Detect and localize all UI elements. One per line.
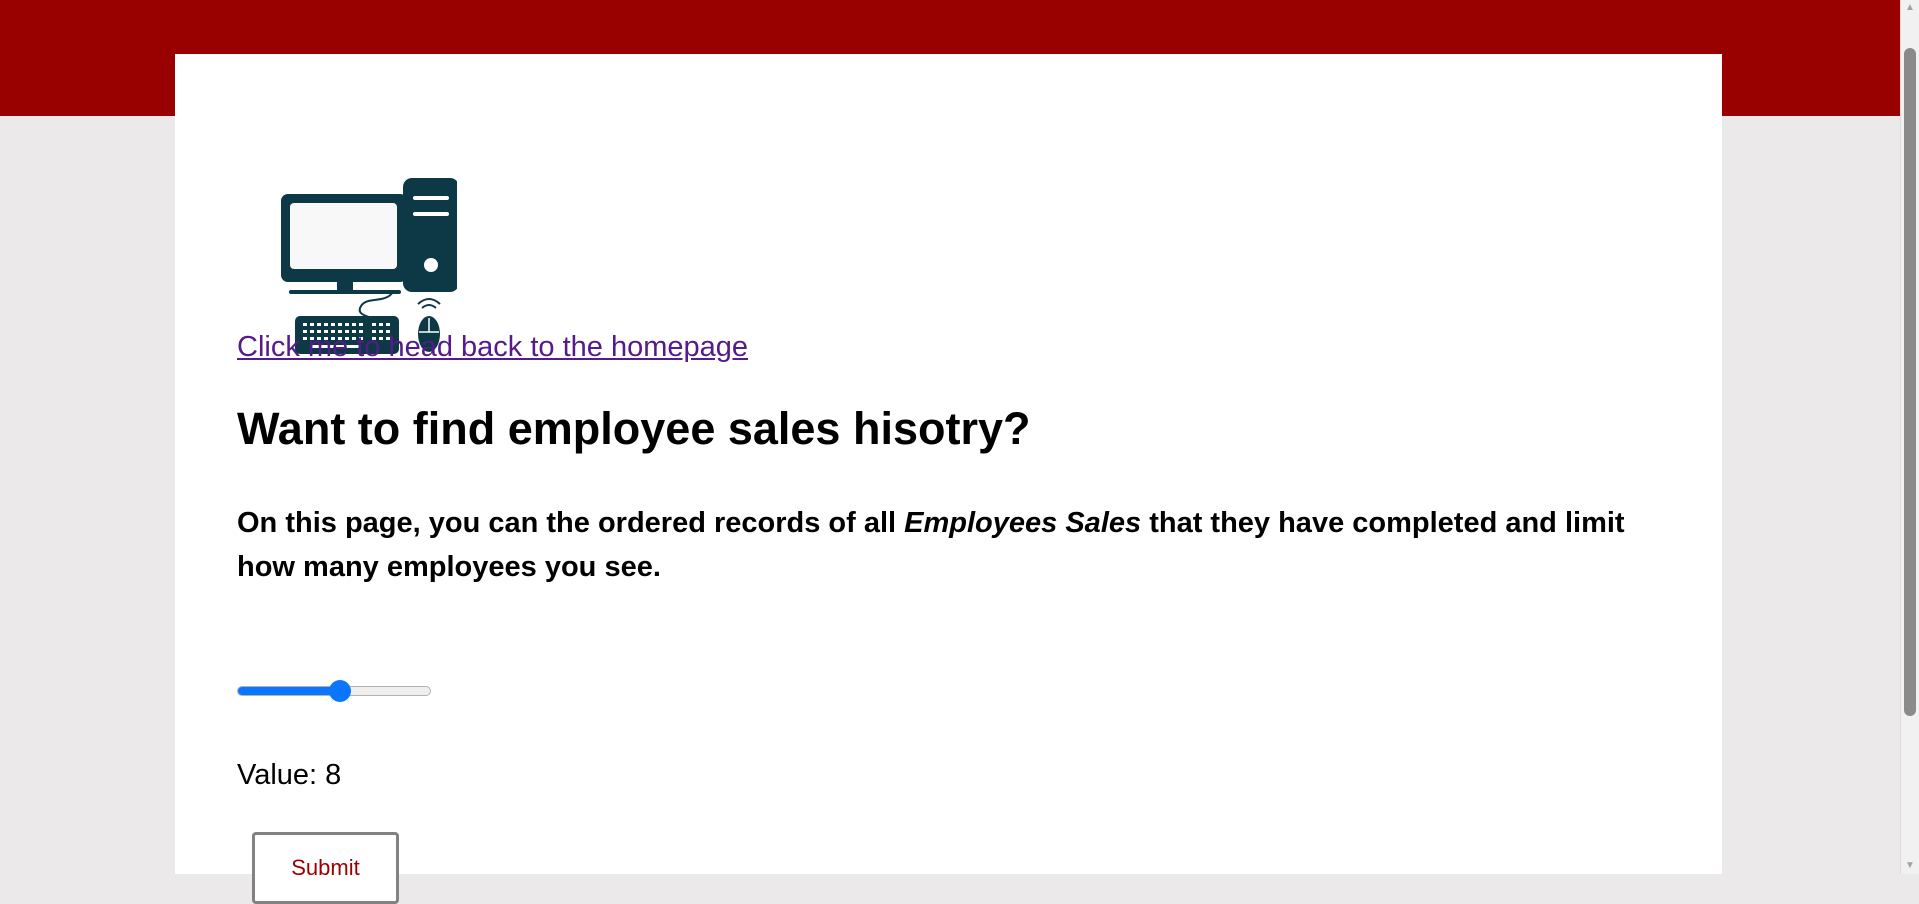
homepage-link[interactable]: Click me to head back to the homepage [237,331,748,364]
desktop-computer-icon [281,178,459,354]
scrollbar-thumb[interactable] [1904,48,1916,716]
scroll-up-icon[interactable]: ▲ [1901,0,1919,16]
intro-text-start: On this page, you can the ordered record… [237,507,905,539]
value-number: 8 [325,759,342,791]
intro-text: On this page, you can the ordered record… [237,501,1677,589]
value-label: Value: [237,759,326,791]
intro-emphasis: Employees Sales [904,507,1142,539]
computer-logo [275,120,459,356]
slider-thumb[interactable] [328,680,351,702]
employee-count-slider[interactable] [237,679,431,703]
page-title: Want to find employee sales hisotry? [237,403,1031,454]
content-card: Click me to head back to the homepage Wa… [175,54,1722,904]
slider-fill [238,687,341,695]
slider-value-readout: Value: 8 [237,759,341,792]
scroll-down-icon[interactable]: ▼ [1901,858,1919,874]
page-scrollbar[interactable]: ▲ ▼ [1900,0,1919,874]
submit-button[interactable]: Submit [252,832,399,904]
